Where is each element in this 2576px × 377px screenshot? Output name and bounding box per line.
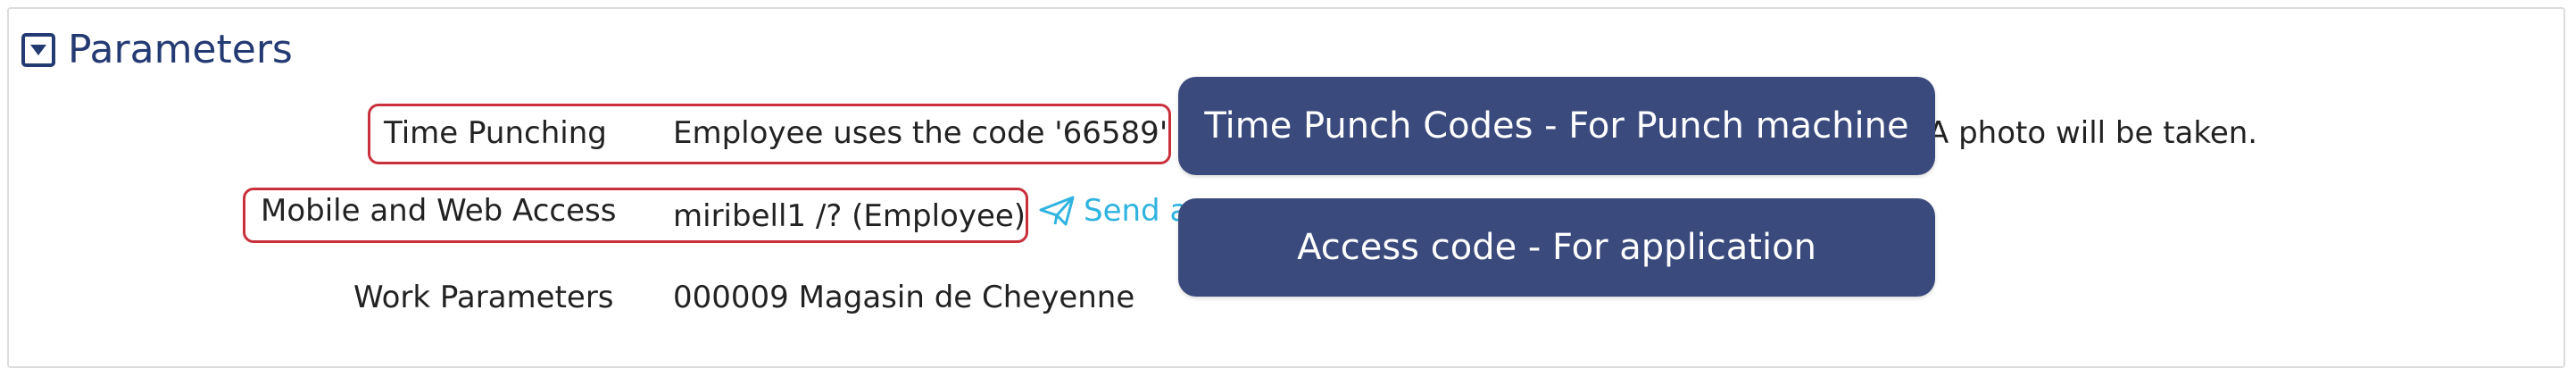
time-punching-label: Time Punching	[384, 115, 607, 151]
time-punching-photo-note: A photo will be taken.	[1928, 115, 2258, 151]
access-code-annotation: Access code - For application	[1178, 198, 1935, 297]
caret-down-icon	[30, 45, 46, 55]
paper-plane-icon	[1039, 196, 1075, 226]
time-punch-codes-annotation: Time Punch Codes - For Punch machine	[1178, 77, 1935, 175]
send-access-link[interactable]: Send a	[1039, 193, 1188, 229]
time-punching-value: Employee uses the code '66589'	[673, 115, 1168, 151]
time-punch-codes-annotation-text: Time Punch Codes - For Punch machine	[1204, 105, 1909, 147]
work-parameters-value: 000009 Magasin de Cheyenne	[673, 280, 1135, 315]
section-header[interactable]: Parameters	[21, 30, 293, 70]
section-title: Parameters	[68, 27, 293, 72]
mobile-web-access-value: miribell1 /? (Employee)	[673, 198, 1026, 234]
mobile-web-access-label: Mobile and Web Access	[261, 193, 617, 229]
send-access-label[interactable]: Send a	[1084, 193, 1188, 229]
collapse-toggle-icon[interactable]	[21, 33, 55, 67]
work-parameters-label: Work Parameters	[353, 280, 614, 315]
access-code-annotation-text: Access code - For application	[1297, 227, 1816, 268]
